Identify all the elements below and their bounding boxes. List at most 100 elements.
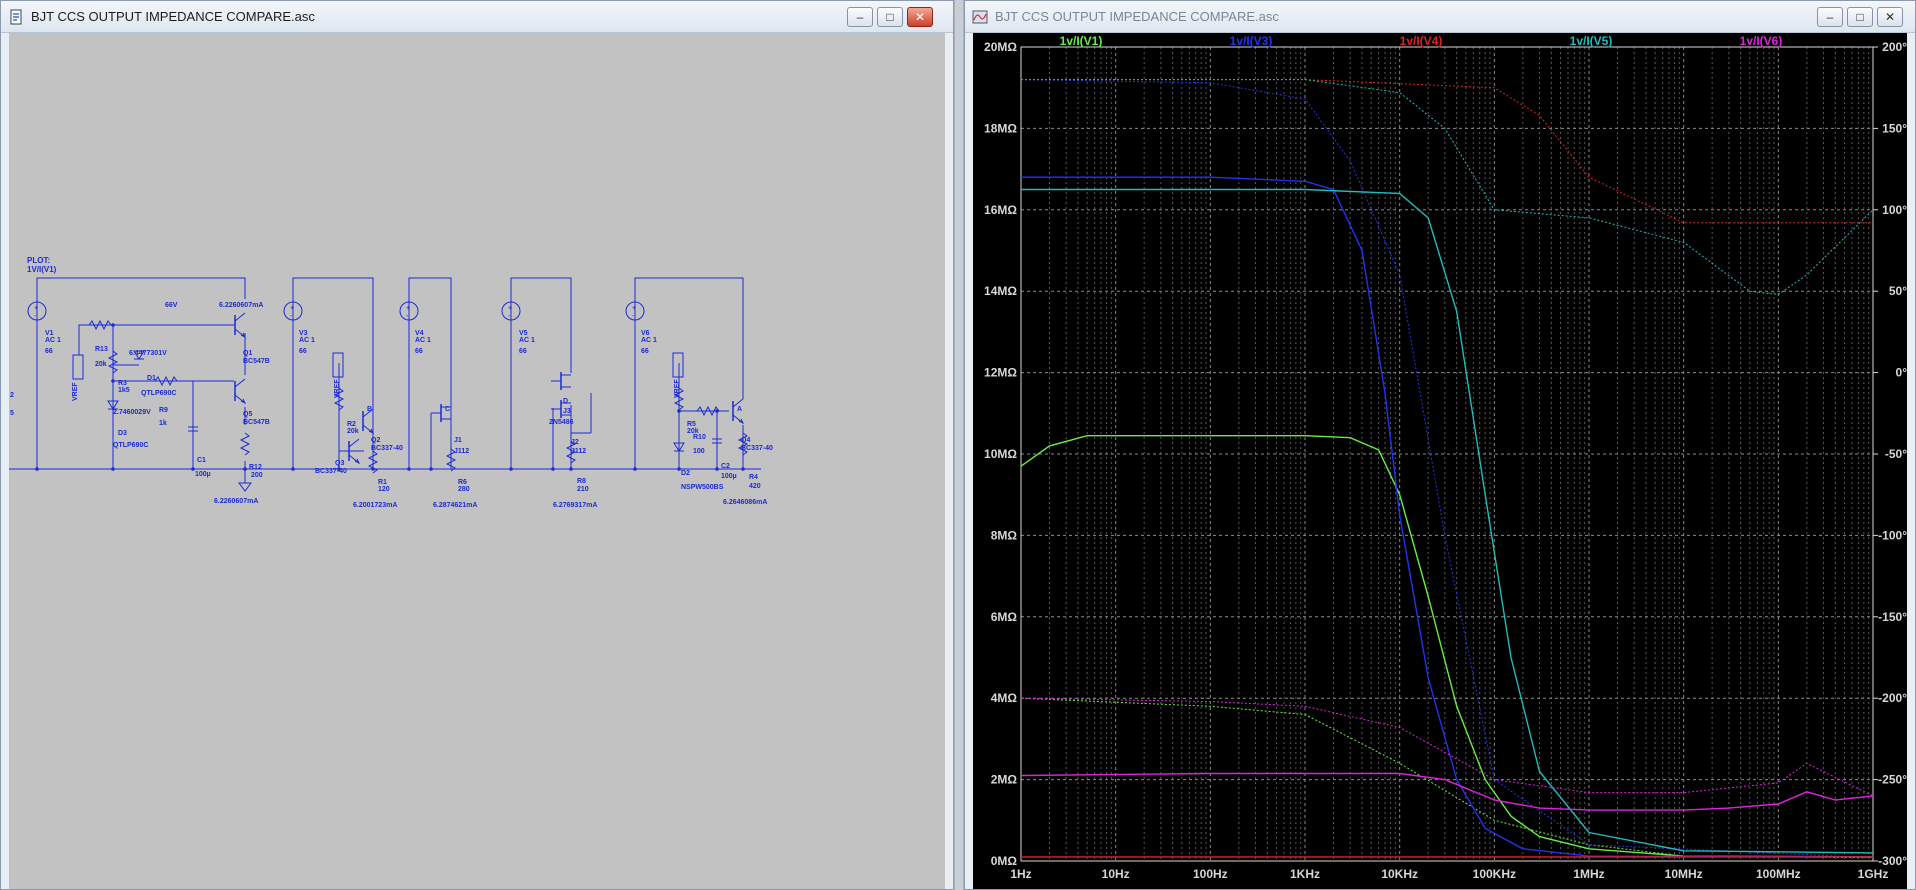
y-tick-label: 6MΩ <box>991 610 1018 624</box>
plot-pane[interactable]: 1Hz 10Hz 100Hz 1KHz 10KHz 100KHz 1MHz 10MHz 100M… <box>973 33 1907 889</box>
maximize-button[interactable]: □ <box>1847 7 1873 27</box>
label-j1: J1 <box>454 437 462 444</box>
waveform-window-title: BJT CCS OUTPUT IMPEDANCE COMPARE.asc <box>995 9 1279 24</box>
label-c1: C1 <box>197 457 206 464</box>
label-q4: Q4 <box>741 437 750 444</box>
label-q3: Q3 <box>335 460 344 467</box>
vref-net-flag[interactable] <box>672 352 684 378</box>
label-vref2: VREF <box>334 379 341 398</box>
label-v1ac: AC 1 <box>45 337 61 344</box>
bode-plot[interactable]: 1Hz 10Hz 100Hz 1KHz 10KHz 100KHz 1MHz 10MHz 100M… <box>973 33 1907 889</box>
legend-item[interactable]: 1v/I(V1) <box>1060 34 1103 48</box>
label-r5: R5 <box>687 421 696 428</box>
axis-labels: 1Hz 10Hz 100Hz 1KHz 10KHz 100KHz 1MHz 10MHz 100M… <box>984 40 1907 881</box>
label-v5ac: AC 1 <box>519 337 535 344</box>
label-ibot5: 6.2646086mA <box>723 499 767 506</box>
y-tick-label: 2MΩ <box>991 773 1018 787</box>
label-r2v: 20k <box>347 428 359 435</box>
window-splitter[interactable] <box>954 0 964 890</box>
label-ibot4: 6.2769317mA <box>553 502 597 509</box>
label-d2: D2 <box>681 470 690 477</box>
schematic-drawing[interactable]: +-+-+-+-+- V1AC 16666V 6.2260607mAR1320k6… <box>9 33 945 889</box>
vref-net-flag[interactable] <box>332 352 344 378</box>
label-v1v: 66 <box>45 348 53 355</box>
label-d2m: NSPW500BS <box>681 484 724 491</box>
schematic-labels: V1AC 16666V 6.2260607mAR1320k6.4477301V Q1… <box>10 256 773 509</box>
label-d1: D1 <box>147 375 156 382</box>
jfet-j3[interactable] <box>551 372 571 390</box>
trace-phase-1[interactable] <box>1020 697 1874 859</box>
trace-legend: 1v/I(V1) 1v/I(V3) 1v/I(V4) 1v/I(V5) 1v/I(V6) <box>1060 34 1783 48</box>
legend-item[interactable]: 1v/I(V3) <box>1230 34 1273 48</box>
waveform-titlebar[interactable]: BJT CCS OUTPUT IMPEDANCE COMPARE.asc – □… <box>965 1 1915 33</box>
label-q5m: BC547B <box>243 419 270 426</box>
label-r2: R2 <box>347 421 356 428</box>
label-r8v: 210 <box>577 486 589 493</box>
label-r1: R1 <box>378 479 387 486</box>
trace-magnitude-4[interactable] <box>1021 188 1874 854</box>
svg-text:+: + <box>34 305 38 312</box>
minimize-button[interactable]: – <box>1817 7 1843 27</box>
schematic-titlebar[interactable]: BJT CCS OUTPUT IMPEDANCE COMPARE.asc – □… <box>1 1 953 33</box>
trace-phase-3[interactable] <box>1021 79 1873 224</box>
legend-item[interactable]: 1v/I(V4) <box>1400 34 1443 48</box>
legend-item[interactable]: 1v/I(V5) <box>1570 34 1613 48</box>
y2-tick-label: 0° <box>1896 366 1907 380</box>
edge-label: 5 <box>10 410 14 417</box>
plot-directive-line[interactable]: 1V/I(V1) <box>27 265 57 274</box>
plot-directive-line[interactable]: PLOT: <box>27 256 50 265</box>
trace-phase-2[interactable] <box>1020 79 1874 859</box>
label-v5: V5 <box>519 330 528 337</box>
trace-magnitude-1[interactable] <box>1020 435 1874 858</box>
junction-dot <box>715 467 719 471</box>
transistor-q1[interactable] <box>234 312 247 339</box>
junction-dot <box>407 467 411 471</box>
label-r8: R8 <box>577 478 586 485</box>
trace-phase-4[interactable] <box>1021 79 1874 296</box>
y-tick-label: 14MΩ <box>984 284 1017 298</box>
label-r1v: 120 <box>378 486 390 493</box>
label-d3: D3 <box>118 430 127 437</box>
x-tick-label: 100Hz <box>1193 867 1228 881</box>
vref-net-flag[interactable] <box>72 354 84 380</box>
y-tick-label: 12MΩ <box>984 366 1017 380</box>
label-c2: C2 <box>721 463 730 470</box>
close-button[interactable]: ✕ <box>1877 7 1903 27</box>
x-tick-label: 1Hz <box>1010 867 1031 881</box>
legend-item[interactable]: 1v/I(V6) <box>1740 34 1783 48</box>
label-c1v: 100µ <box>195 471 211 478</box>
y2-tick-label: 50° <box>1889 284 1907 298</box>
resistor-r12[interactable] <box>239 432 251 456</box>
svg-text:+: + <box>632 305 636 312</box>
label-d: D <box>563 398 568 405</box>
label-r6: R6 <box>458 479 467 486</box>
label-q1: Q1 <box>243 350 252 357</box>
junction-dot <box>111 379 115 383</box>
label-r3: R3 <box>118 380 127 387</box>
label-b: B <box>367 406 372 413</box>
y2-tick-label: 150° <box>1882 121 1907 135</box>
label-q3m: BC337-40 <box>315 468 347 475</box>
label-ibot1: 6.2260607mA <box>214 498 258 505</box>
transistor-q5[interactable] <box>234 378 247 405</box>
junction-dot <box>291 467 295 471</box>
maximize-button[interactable]: □ <box>877 7 903 27</box>
label-vref3: VREF <box>674 379 681 398</box>
minimize-button[interactable]: – <box>847 7 873 27</box>
label-r12: R12 <box>249 464 262 471</box>
label-q2m: BC337-40 <box>371 445 403 452</box>
schematic-canvas[interactable]: + - + - + - + - + - V1 AC 1 66 66V 6.2260607mA R13 20k 6… <box>9 33 945 889</box>
junction-dot <box>111 467 115 471</box>
label-r9v: 1k <box>159 420 167 427</box>
x-tick-label: 10KHz <box>1381 867 1418 881</box>
label-d1m: QTLP690C <box>141 390 176 397</box>
y-tick-label: 18MΩ <box>984 121 1017 135</box>
label-v4v: 66 <box>415 348 423 355</box>
y-tick-label: 8MΩ <box>991 528 1018 542</box>
label-iq1: 6.2260607mA <box>219 302 263 309</box>
label-j3: J3 <box>563 408 571 415</box>
label-n66: 66V <box>165 302 178 309</box>
trace-magnitude-5[interactable] <box>1020 772 1874 811</box>
close-button[interactable]: ✕ <box>907 7 933 27</box>
label-ibot2: 6.2001723mA <box>353 502 397 509</box>
